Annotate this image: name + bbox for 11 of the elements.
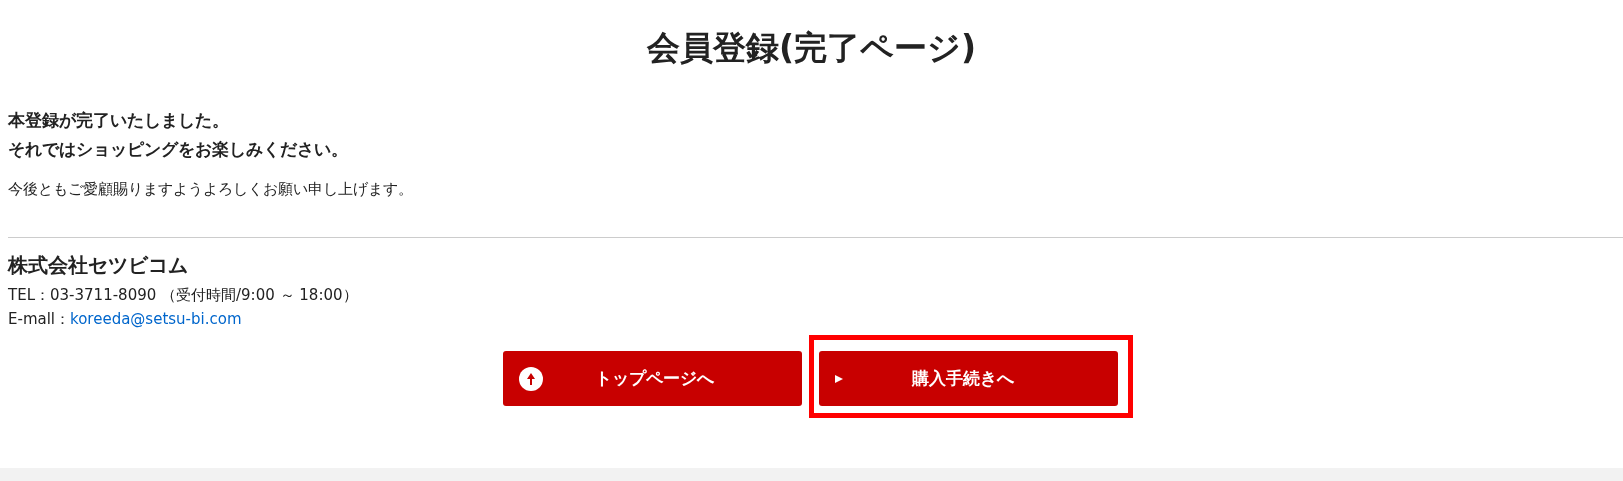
lead-text: それではショッピングをお楽しみください。 xyxy=(8,138,349,161)
email-label: E-mall： xyxy=(8,310,71,328)
page-title: 会員登録(完了ページ) xyxy=(645,27,978,69)
nav-button[interactable]: トップページへ xyxy=(503,351,802,406)
message-text: 今後ともご愛顧賜りますようよろしくお願い申し上げます。 xyxy=(8,180,414,199)
email-link[interactable]: koreeda@setsu-bi.com xyxy=(70,310,242,328)
phone-text: TEL：03-3711-8090 （受付時間/9:00 ～ 18:00） xyxy=(8,287,359,304)
play-icon xyxy=(835,374,843,383)
lead-text: 本登録が完了いたしました。 xyxy=(8,109,230,132)
company-name: 株式会社セツビコム xyxy=(8,252,189,279)
nav-button[interactable]: 購入手続きへ xyxy=(819,351,1118,406)
